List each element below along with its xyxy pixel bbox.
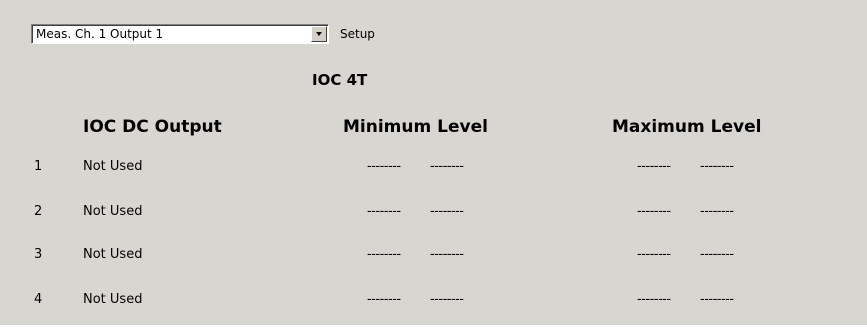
min-level-a: -------- [367, 204, 401, 219]
min-level-a: -------- [367, 159, 401, 174]
max-level-b: -------- [700, 292, 734, 307]
table-row: 3 Not Used -------- -------- -------- --… [0, 247, 867, 263]
page-title: IOC 4T [312, 71, 368, 89]
channel-output-value: Meas. Ch. 1 Output 1 [36, 27, 164, 41]
row-output[interactable]: Not Used [83, 204, 142, 220]
row-output[interactable]: Not Used [83, 247, 142, 263]
max-level-b: -------- [700, 204, 734, 219]
min-level-b: -------- [430, 247, 464, 262]
max-level-a: -------- [637, 204, 671, 219]
row-number: 1 [34, 159, 43, 174]
min-level-b: -------- [430, 292, 464, 307]
row-number: 2 [34, 204, 43, 219]
header-maximum-level: Maximum Level [612, 117, 762, 137]
table-row: 4 Not Used -------- -------- -------- --… [0, 292, 867, 308]
header-ioc-dc-output: IOC DC Output [83, 117, 222, 137]
row-output[interactable]: Not Used [83, 159, 142, 175]
ioc-panel: Meas. Ch. 1 Output 1 Setup IOC 4T IOC DC… [0, 0, 867, 325]
min-level-a: -------- [367, 292, 401, 307]
max-level-b: -------- [700, 159, 734, 174]
bottom-margin [0, 325, 867, 336]
max-level-a: -------- [637, 247, 671, 262]
row-output[interactable]: Not Used [83, 292, 142, 308]
max-level-b: -------- [700, 247, 734, 262]
max-level-a: -------- [637, 159, 671, 174]
table-row: 1 Not Used -------- -------- -------- --… [0, 159, 867, 175]
dropdown-button[interactable] [311, 26, 327, 42]
table-row: 2 Not Used -------- -------- -------- --… [0, 204, 867, 220]
row-number: 4 [34, 292, 43, 307]
min-level-a: -------- [367, 247, 401, 262]
chevron-down-icon [316, 32, 322, 36]
min-level-b: -------- [430, 204, 464, 219]
header-minimum-level: Minimum Level [343, 117, 488, 137]
row-number: 3 [34, 247, 43, 262]
setup-button[interactable]: Setup [340, 27, 375, 41]
min-level-b: -------- [430, 159, 464, 174]
max-level-a: -------- [637, 292, 671, 307]
channel-output-dropdown[interactable]: Meas. Ch. 1 Output 1 [31, 24, 329, 44]
